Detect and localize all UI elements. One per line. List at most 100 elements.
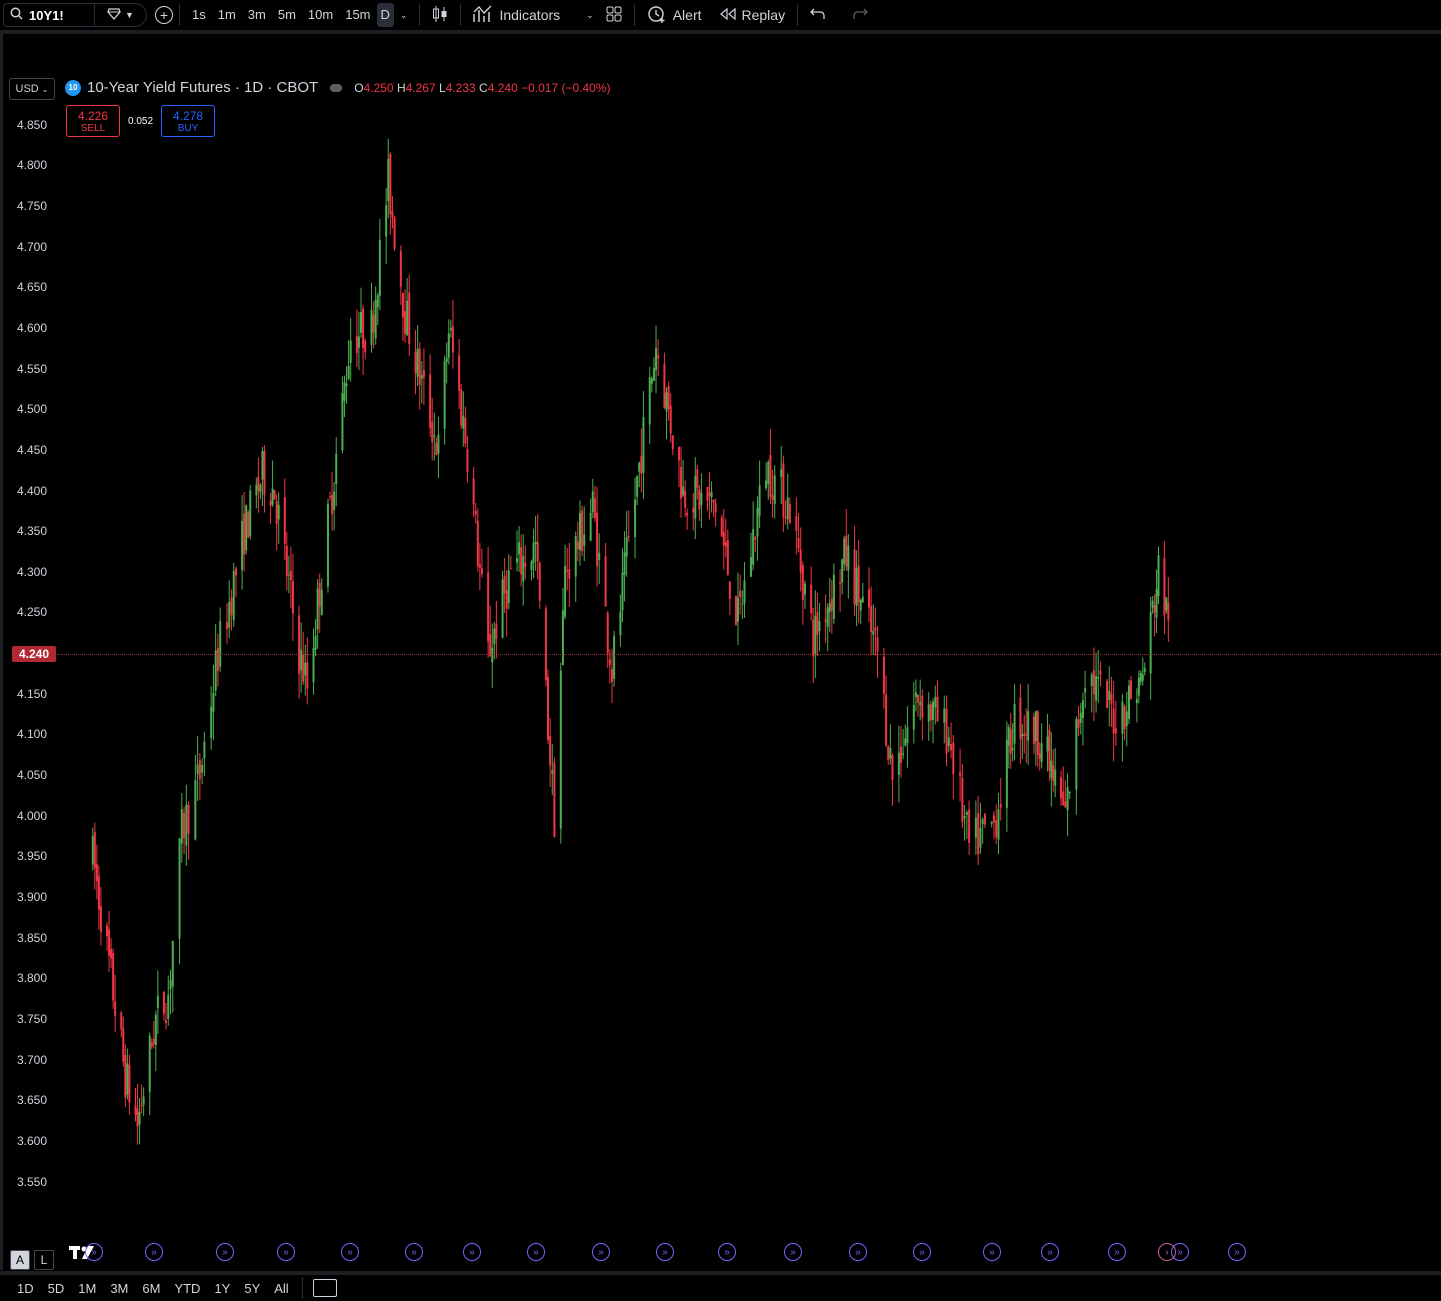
candle-up[interactable] xyxy=(449,328,452,331)
candle-down[interactable] xyxy=(291,581,294,614)
indicators-dropdown[interactable]: ⌄ xyxy=(580,3,600,27)
candle-down[interactable] xyxy=(538,562,541,601)
candle-down[interactable] xyxy=(524,563,527,568)
candle-down[interactable] xyxy=(1106,680,1109,708)
candle-down[interactable] xyxy=(474,510,477,515)
candle-up[interactable] xyxy=(1149,611,1152,674)
candle-down[interactable] xyxy=(999,804,1002,808)
candle-down[interactable] xyxy=(891,755,894,781)
candle-down[interactable] xyxy=(830,598,833,611)
candle-down[interactable] xyxy=(696,469,699,489)
economic-event-icon[interactable]: » xyxy=(913,1243,931,1261)
candle-down[interactable] xyxy=(120,1012,123,1030)
candle-up[interactable] xyxy=(447,333,450,358)
candle-down[interactable] xyxy=(663,364,666,408)
candle-down[interactable] xyxy=(961,777,964,823)
candle-down[interactable] xyxy=(275,500,278,524)
candle-up[interactable] xyxy=(927,704,930,722)
candle-up[interactable] xyxy=(1005,739,1008,808)
candle-up[interactable] xyxy=(741,603,744,605)
candle-down[interactable] xyxy=(273,490,276,500)
candle-down[interactable] xyxy=(797,537,800,549)
candle-up[interactable] xyxy=(1151,600,1154,608)
candle-up[interactable] xyxy=(1007,727,1010,746)
candle-up[interactable] xyxy=(1135,699,1138,704)
candle-down[interactable] xyxy=(187,804,190,834)
candle-down[interactable] xyxy=(712,499,715,503)
candle-down[interactable] xyxy=(824,619,827,623)
candle-up[interactable] xyxy=(196,764,199,774)
candle-down[interactable] xyxy=(714,502,717,513)
candle-up[interactable] xyxy=(598,552,601,560)
candle-down[interactable] xyxy=(162,991,165,1014)
candle-up[interactable] xyxy=(201,764,204,773)
candle-up[interactable] xyxy=(1097,677,1100,679)
candle-up[interactable] xyxy=(621,572,624,611)
candle-up[interactable] xyxy=(345,383,348,387)
economic-event-icon[interactable]: » xyxy=(1228,1243,1246,1261)
range-1d[interactable]: 1D xyxy=(10,1281,41,1296)
candle-down[interactable] xyxy=(977,812,980,855)
candle-down[interactable] xyxy=(669,405,672,434)
candle-up[interactable] xyxy=(259,484,262,493)
candle-down[interactable] xyxy=(408,292,411,345)
candle-up[interactable] xyxy=(212,692,215,712)
candle-down[interactable] xyxy=(329,496,332,498)
candle-down[interactable] xyxy=(536,542,539,562)
candle-up[interactable] xyxy=(522,556,525,582)
candle-down[interactable] xyxy=(134,1105,137,1115)
candle-down[interactable] xyxy=(1167,602,1170,621)
candle-down[interactable] xyxy=(769,454,772,497)
economic-event-icon[interactable]: » xyxy=(592,1243,610,1261)
candle-up[interactable] xyxy=(185,804,188,846)
candle-up[interactable] xyxy=(1139,673,1142,682)
candle-down[interactable] xyxy=(331,494,334,515)
candle-up[interactable] xyxy=(561,610,564,666)
range-3m[interactable]: 3M xyxy=(103,1281,135,1296)
candle-up[interactable] xyxy=(180,809,183,844)
candle-up[interactable] xyxy=(765,480,768,488)
economic-event-icon[interactable]: » xyxy=(784,1243,802,1261)
candle-up[interactable] xyxy=(1137,677,1140,696)
candle-down[interactable] xyxy=(97,876,100,910)
candle-up[interactable] xyxy=(433,435,436,437)
layouts-button[interactable] xyxy=(600,3,628,27)
economic-event-icon[interactable]: » xyxy=(1041,1243,1059,1261)
candle-down[interactable] xyxy=(611,669,613,682)
candle-up[interactable] xyxy=(349,340,352,363)
candle-up[interactable] xyxy=(169,980,172,989)
symbol-search[interactable]: 10Y1! xyxy=(3,3,95,27)
candle-down[interactable] xyxy=(99,906,102,933)
candle-up[interactable] xyxy=(534,541,537,544)
candle-down[interactable] xyxy=(243,513,246,555)
candle-up[interactable] xyxy=(583,534,586,546)
economic-event-icon[interactable]: » xyxy=(463,1243,481,1261)
candle-up[interactable] xyxy=(532,542,535,563)
candle-down[interactable] xyxy=(900,746,902,764)
candle-down[interactable] xyxy=(708,493,711,496)
candle-down[interactable] xyxy=(678,447,681,461)
candle-up[interactable] xyxy=(1075,718,1078,790)
candle-down[interactable] xyxy=(460,389,463,426)
candle-down[interactable] xyxy=(698,489,701,510)
candle-down[interactable] xyxy=(451,326,454,353)
candle-down[interactable] xyxy=(1123,706,1126,730)
candle-down[interactable] xyxy=(795,516,798,531)
candle-up[interactable] xyxy=(1095,675,1098,701)
candle-down[interactable] xyxy=(680,467,683,499)
candle-up[interactable] xyxy=(178,838,181,939)
candle-down[interactable] xyxy=(706,486,709,501)
candle-up[interactable] xyxy=(1079,712,1082,724)
interval-15m[interactable]: 15m xyxy=(339,3,376,27)
candle-down[interactable] xyxy=(810,584,813,614)
candle-down[interactable] xyxy=(1052,765,1055,781)
candle-down[interactable] xyxy=(839,582,842,585)
candle-down[interactable] xyxy=(140,1104,143,1107)
undo-button[interactable] xyxy=(804,3,832,27)
candle-down[interactable] xyxy=(431,421,434,442)
visibility-icon[interactable] xyxy=(330,83,343,92)
economic-event-icon[interactable]: » xyxy=(85,1243,103,1261)
candle-down[interactable] xyxy=(165,1020,167,1023)
candle-up[interactable] xyxy=(126,1063,129,1095)
candle-up[interactable] xyxy=(277,504,280,520)
